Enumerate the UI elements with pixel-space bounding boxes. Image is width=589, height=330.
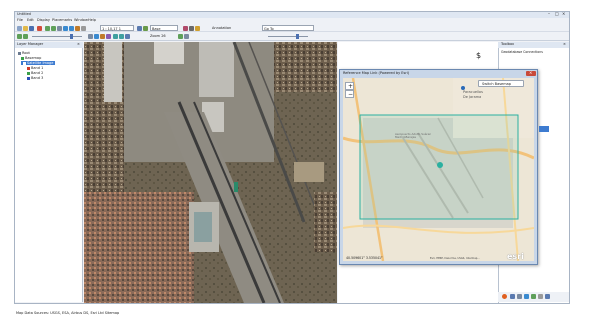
- footer-icon-2[interactable]: [517, 294, 522, 299]
- zoom-out-icon[interactable]: [51, 26, 56, 31]
- footer-icon-6[interactable]: [545, 294, 550, 299]
- brightness-slider[interactable]: [268, 36, 308, 37]
- grid-toggle-icon[interactable]: [113, 34, 118, 39]
- layer-manager-close-icon[interactable]: ×: [77, 42, 80, 47]
- tree-item-band-2[interactable]: Band 2: [27, 71, 43, 75]
- edit-icon[interactable]: [195, 26, 200, 31]
- maximize-button[interactable]: □: [555, 12, 559, 16]
- overview-icon[interactable]: [119, 34, 124, 39]
- toolbox-close-icon[interactable]: ×: [563, 42, 566, 47]
- satellite-imagery: [84, 42, 337, 303]
- esri-logo-icon: [502, 294, 507, 299]
- bookmark-icon[interactable]: [143, 26, 148, 31]
- opacity-slider[interactable]: [32, 36, 82, 37]
- satellite-map-view[interactable]: [84, 42, 337, 303]
- text-icon[interactable]: [189, 26, 194, 31]
- identify-icon[interactable]: [69, 26, 74, 31]
- draw-icon[interactable]: [183, 26, 188, 31]
- annotation-label[interactable]: Annotation: [212, 26, 231, 31]
- zoom-out-button[interactable]: −: [345, 90, 354, 98]
- menu-file[interactable]: File: [17, 18, 23, 23]
- grid-icon[interactable]: [88, 34, 93, 39]
- full-extent-icon[interactable]: [63, 26, 68, 31]
- link-icon[interactable]: [100, 34, 105, 39]
- settings-icon[interactable]: [184, 34, 189, 39]
- esri-logo: esri: [507, 252, 524, 261]
- menu-help[interactable]: Help: [88, 18, 96, 23]
- bottom-caption: Map Data Sources: USGS, ESA, Airbus DS, …: [16, 311, 120, 315]
- brightness-slider-thumb[interactable]: [296, 34, 299, 39]
- footer-icon-3[interactable]: [524, 294, 529, 299]
- switch-basemap-button[interactable]: Switch Basemap: [478, 80, 524, 87]
- scale-dropdown[interactable]: 1 : 10,17 1: [100, 25, 134, 31]
- forward-icon[interactable]: [23, 34, 28, 39]
- close-window-button[interactable]: ×: [562, 12, 565, 16]
- toolbox-title: Toolbox: [501, 42, 515, 46]
- tree-item-basemap[interactable]: Basemap: [21, 56, 41, 60]
- layer-dropdown[interactable]: Base: [150, 25, 178, 31]
- select-icon[interactable]: [81, 26, 86, 31]
- layer-manager-title: Layer Manager: [17, 42, 44, 46]
- measure-icon[interactable]: [75, 26, 80, 31]
- tree-item-band-3[interactable]: Band 3: [27, 76, 43, 80]
- map-attribution: Esri, HERE, DeLorme, USGS, Intermap...: [430, 257, 480, 260]
- save-icon[interactable]: [29, 26, 34, 31]
- tree-item-root[interactable]: Root: [18, 51, 30, 55]
- zoom-in-button[interactable]: +: [345, 82, 354, 90]
- footer-icon-5[interactable]: [538, 294, 543, 299]
- layer-manager-panel: [15, 42, 83, 302]
- window-title: Untitled: [17, 12, 31, 16]
- open-icon[interactable]: [23, 26, 28, 31]
- swipe-icon[interactable]: [106, 34, 111, 39]
- new-icon[interactable]: [17, 26, 22, 31]
- menu-window[interactable]: Window: [74, 18, 88, 23]
- refresh-icon[interactable]: [178, 34, 183, 39]
- tree-item-satellite[interactable]: Satellite Image: [21, 61, 56, 65]
- menu-display[interactable]: Display: [37, 18, 50, 23]
- tree-item-band-1[interactable]: Band 1: [27, 66, 43, 70]
- place-label-paracuellos-2: De Jarama: [463, 95, 482, 99]
- place-label-airport: Aeropuerto Adolfo Suárez Madrid-Barajas: [395, 132, 431, 140]
- zoom-in-icon[interactable]: [45, 26, 50, 31]
- footer-icon-4[interactable]: [531, 294, 536, 299]
- window-controls: – □ ×: [548, 12, 568, 17]
- switch-basemap-label: Switch Basemap: [482, 81, 511, 86]
- coordinates-readout: 40.509601° 3.535041°: [346, 256, 383, 260]
- popup-close-button[interactable]: ×: [526, 71, 536, 76]
- opacity-slider-thumb[interactable]: [70, 34, 73, 39]
- footer-icon-1[interactable]: [510, 294, 515, 299]
- camera-icon[interactable]: [94, 34, 99, 39]
- popup-title: Reference Map Link (Powered by Esri): [343, 71, 410, 75]
- zoom-label: Zoom 26: [150, 34, 166, 38]
- add-data-icon[interactable]: [37, 26, 42, 31]
- selected-toolbox-item[interactable]: [539, 126, 549, 132]
- pan-icon[interactable]: [57, 26, 62, 31]
- street-map: [343, 78, 534, 261]
- cursor-icon: $: [476, 51, 482, 60]
- reference-map[interactable]: Paracuellos De Jarama Aeropuerto Adolfo …: [343, 78, 534, 261]
- menu-placemarks[interactable]: Placemarks: [52, 18, 72, 23]
- minimize-button[interactable]: –: [548, 12, 550, 16]
- menu-edit[interactable]: Edit: [27, 18, 34, 23]
- back-icon[interactable]: [17, 34, 22, 39]
- place-label-paracuellos-1: Paracuellos: [463, 90, 483, 94]
- goto-dropdown[interactable]: Go To: [262, 25, 314, 31]
- layers-icon[interactable]: [125, 34, 130, 39]
- layer-icon[interactable]: [137, 26, 142, 31]
- toolbox-subtitle: Geodatabase Connections: [501, 50, 543, 54]
